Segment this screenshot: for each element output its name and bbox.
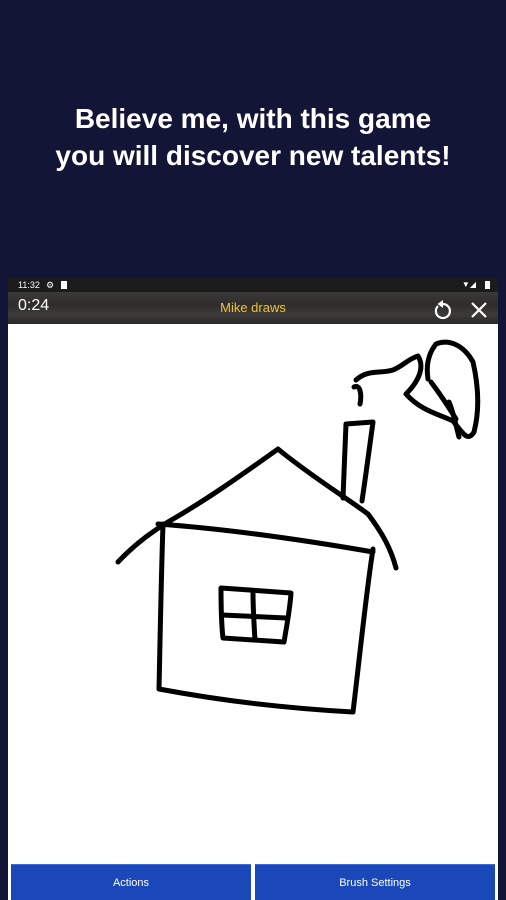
headline-line-1: Believe me, with this game xyxy=(74,103,432,134)
headline-line-2: you will discover new talents! xyxy=(55,140,451,171)
close-button[interactable] xyxy=(468,299,490,321)
promo-headline: Believe me, with this game you will disc… xyxy=(0,100,506,174)
brush-settings-button[interactable]: Brush Settings xyxy=(255,864,495,900)
gear-icon: ⚙ xyxy=(46,280,55,290)
house-drawing xyxy=(115,339,481,715)
phone-screen: 11:32 ⚙ ▼◢ 0:24 Mike draws Actions Brush… xyxy=(8,278,498,900)
undo-icon xyxy=(434,300,451,320)
drawing-canvas[interactable] xyxy=(8,324,498,864)
actions-button[interactable]: Actions xyxy=(11,864,251,900)
game-top-bar: 0:24 Mike draws xyxy=(8,292,498,324)
status-bar: 11:32 ⚙ ▼◢ xyxy=(8,278,498,292)
drawer-title: Mike draws xyxy=(220,300,286,315)
bottom-action-bar: Actions Brush Settings xyxy=(8,862,498,900)
status-time: 11:32 xyxy=(18,280,40,290)
promo-banner: Believe me, with this game you will disc… xyxy=(0,0,506,278)
battery-icon xyxy=(485,281,490,289)
close-icon xyxy=(471,302,487,318)
wifi-icon: ▼◢ xyxy=(461,280,476,289)
sd-card-icon xyxy=(61,281,67,289)
undo-button[interactable] xyxy=(432,299,454,321)
